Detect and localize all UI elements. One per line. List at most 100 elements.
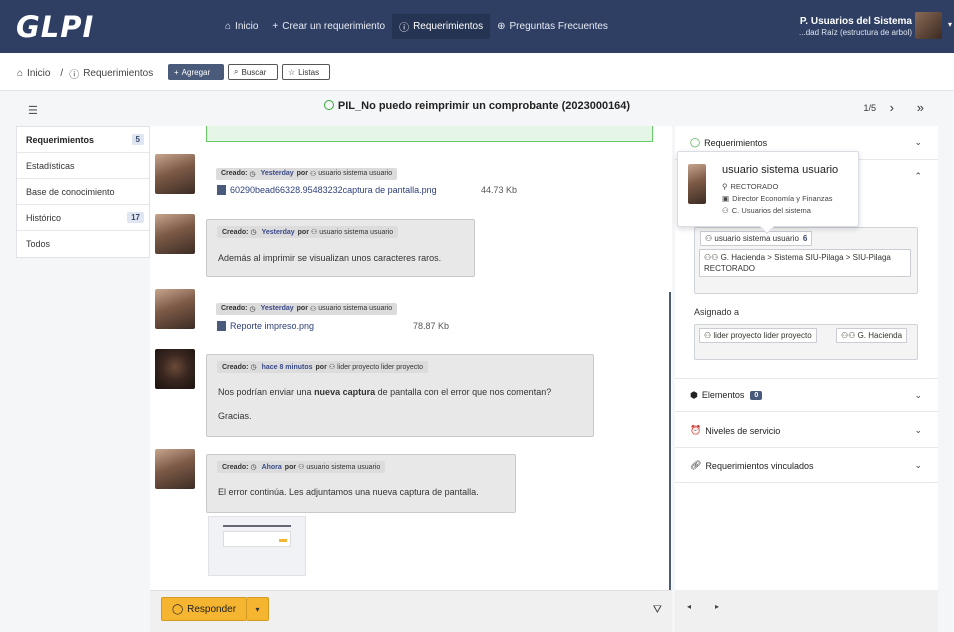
avatar[interactable] [155, 449, 195, 489]
breadcrumb-home[interactable]: Inicio [27, 68, 50, 79]
home-icon: ⌂ [17, 68, 24, 79]
group-icon: ⚇⚇ [841, 331, 858, 340]
accordion-items[interactable]: ⬢ Elementos 0 ⌄ [675, 378, 938, 412]
nav-tickets[interactable]: ⓘ Requerimientos [392, 14, 491, 39]
alarm-clock-icon: ⏰ [690, 425, 702, 435]
home-icon: ⌂ [225, 21, 232, 32]
avatar[interactable] [155, 349, 195, 389]
caret-left-icon[interactable]: ◂ [687, 602, 691, 611]
side-item-all[interactable]: Todos [17, 231, 149, 257]
assigned-label: Asignado a [694, 307, 740, 317]
avatar[interactable] [155, 289, 195, 329]
nav-create-ticket[interactable]: + Crear un requerimiento [265, 14, 392, 39]
map-pin-icon: ⚲ [722, 182, 728, 191]
clock-icon: ◷ [249, 305, 256, 313]
chevron-down-icon: ⌄ [914, 390, 922, 400]
timeline-scroll-indicator [669, 292, 671, 590]
caret-right-icon[interactable]: ▸ [715, 602, 719, 611]
filter-icon[interactable]: ⛛ [653, 604, 662, 617]
chevron-down-icon[interactable]: ▾ [948, 20, 952, 29]
side-item-tickets[interactable]: Requerimientos 5 [17, 127, 149, 153]
comment-icon: ◯ [171, 603, 184, 615]
plus-icon: + [174, 67, 179, 77]
user-tooltip-card: usuario sistema usuario ⚲ RECTORADO ▣ Dire… [677, 151, 859, 235]
alert-circle-icon: ⓘ [399, 23, 410, 34]
pager-count: 1/5 [863, 103, 876, 113]
add-button[interactable]: + Agregar [168, 64, 224, 80]
nav-home[interactable]: ⌂ Inicio [218, 14, 265, 39]
glpi-logo[interactable]: GLPI [16, 10, 94, 44]
status-open-icon [323, 100, 334, 110]
user-icon: ⚇ [309, 305, 317, 313]
group-icon: ⚇⚇ [704, 253, 721, 262]
side-item-history[interactable]: Histórico 17 [17, 205, 149, 231]
search-button[interactable]: ⌕ Buscar [228, 64, 278, 80]
ticket-header: ☰ PIL_No puedo reimprimir un comprobante… [16, 91, 938, 124]
accordion-sla[interactable]: ⏰ Niveles de servicio ⌄ [675, 414, 938, 448]
document-link[interactable]: Reporte impreso.png 78.87 Kb [217, 321, 449, 331]
requester-group-chip[interactable]: ⚇⚇ G. Hacienda > Sistema SIU-Pilaga > SI… [699, 249, 911, 277]
tooltip-user-name: usuario sistema usuario [722, 164, 839, 176]
chevron-down-icon: ⌄ [914, 460, 922, 470]
side-item-statistics[interactable]: Estadísticas [17, 153, 149, 179]
clock-icon: ◷ [250, 364, 257, 371]
tooltip-category: ⚇ C. Usuarios del sistema [722, 206, 811, 215]
reply-button[interactable]: ◯ Responder [161, 597, 247, 621]
count-badge: 5 [131, 134, 144, 145]
user-icon: ⚇ [310, 229, 318, 236]
assigned-group-chip[interactable]: ⚇⚇ G. Hacienda [836, 328, 908, 343]
assigned-chip[interactable]: ⚇ lider proyecto lider proyecto [699, 328, 817, 343]
avatar[interactable] [155, 214, 195, 254]
star-icon: ☆ [288, 67, 296, 77]
box-icon: ⬢ [690, 389, 698, 400]
double-chevron-right-icon[interactable]: » [917, 100, 924, 115]
accordion-linked-tickets[interactable]: 🔗︎ Requerimientos vinculados ⌄ [675, 449, 938, 483]
lifebuoy-icon: ⊕ [497, 21, 506, 32]
tooltip-location: ⚲ RECTORADO [722, 182, 779, 191]
user-group-icon: ⚇ [722, 206, 729, 215]
image-file-icon [217, 185, 226, 195]
followup-text: Gracias. [218, 411, 252, 421]
breadcrumb-current[interactable]: Requerimientos [83, 68, 153, 79]
chevron-right-icon[interactable]: › [890, 100, 894, 115]
assigned-field[interactable]: ⚇ lider proyecto lider proyecto ⚇⚇ G. Ha… [694, 324, 918, 360]
requester-chip[interactable]: ⚇ usuario sistema usuario 6 [700, 231, 813, 246]
lists-button[interactable]: ☆ Listas [282, 64, 330, 80]
status-open-icon: ◯ [690, 137, 701, 147]
link-icon: 🔗︎ [690, 460, 702, 470]
user-menu[interactable]: P. Usuarios del Sistema ...dad Raíz (est… [799, 16, 912, 37]
main-nav: ⌂ Inicio + Crear un requerimiento ⓘ Requeri… [218, 14, 615, 39]
file-size: 44.73 Kb [481, 185, 518, 195]
nav-faq[interactable]: ⊕ Preguntas Frecuentes [490, 14, 615, 39]
side-item-knowledge-base[interactable]: Base de conocimiento [17, 179, 149, 205]
timeline: Creado: ◷ Yesterday por ⚇ usuario sistema usu… [150, 126, 672, 590]
ticket-side-menu: Requerimientos 5 Estadísticas Base de con… [16, 126, 150, 258]
chevron-up-icon: ⌃ [914, 171, 922, 181]
document-link[interactable]: 60290bead66328.95483232captura de pantal… [217, 185, 517, 195]
briefcase-icon: ▣ [722, 194, 730, 203]
user-icon: ⚇ [309, 170, 317, 178]
panel-footer: ◂ ▸ [675, 590, 938, 632]
avatar[interactable] [915, 12, 942, 39]
ticket-description-box [206, 126, 653, 142]
tooltip-title: ▣ Director Economía y Finanzas [722, 194, 833, 203]
count-badge: 0 [750, 390, 763, 400]
requester-field[interactable]: ⚇ usuario sistema usuario 6 ⚇⚇ G. Haciend… [694, 227, 918, 294]
timeline-footer: ◯ Responder ▾ ⛛ [150, 590, 672, 632]
top-navbar: GLPI ⌂ Inicio + Crear un requerimiento ⓘ Re… [0, 0, 954, 53]
user-icon: ⚇ [704, 331, 714, 340]
avatar[interactable] [155, 154, 195, 194]
user-icon: ⚇ [705, 234, 715, 243]
breadcrumb-bar: ⌂ Inicio / ⓘ Requerimientos + Agregar ⌕ Bu… [0, 53, 954, 91]
followup-bubble: Creado: ◷ hace 8 minutos por ⚇ lider proyecto… [206, 354, 594, 437]
file-size: 78.87 Kb [413, 321, 450, 331]
search-icon: ⌕ [234, 67, 239, 76]
followup-text: El error continúa. Les adjuntamos una nu… [218, 487, 479, 497]
clock-icon: ◷ [250, 464, 257, 471]
breadcrumb-separator: / [60, 68, 64, 79]
clock-icon: ◷ [250, 229, 257, 236]
reply-dropdown-toggle[interactable]: ▾ [247, 597, 269, 621]
followup-text: Nos podrían enviar una nueva captura de … [218, 387, 552, 397]
screenshot-thumbnail[interactable] [208, 516, 306, 576]
user-profile-name: P. Usuarios del Sistema [799, 16, 912, 27]
